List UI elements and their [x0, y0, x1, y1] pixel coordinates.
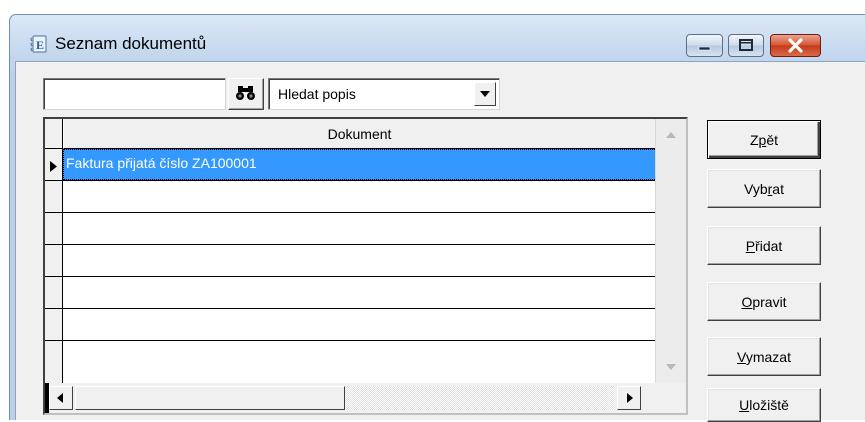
row-pointer-icon [50, 159, 57, 177]
close-button[interactable] [770, 34, 821, 57]
delete-label-key: V [737, 348, 746, 365]
horizontal-scrollbar[interactable] [45, 383, 655, 413]
scroll-down-button[interactable] [656, 353, 686, 383]
row-indicator[interactable] [45, 277, 63, 309]
table-row[interactable]: Faktura přijatá číslo ZA100001 [63, 149, 655, 181]
row-indicator-column [45, 149, 63, 383]
storage-label-key: U [739, 397, 750, 413]
add-label-key: P [745, 237, 756, 254]
title-bar[interactable]: E Seznam dokumentů [10, 15, 865, 59]
search-mode-select[interactable]: Hledat popis [268, 78, 500, 110]
edit-label-post: pravit [752, 293, 787, 310]
scroll-right-button[interactable] [617, 386, 641, 410]
add-label-post: řidat [755, 237, 783, 254]
scroll-thumb[interactable] [75, 386, 345, 410]
row-indicator[interactable] [45, 213, 63, 245]
search-mode-value: Hledat popis [278, 86, 356, 102]
documents-grid[interactable]: Dokument Faktura přijatá číslo ZA100001 [43, 117, 688, 415]
table-row[interactable] [63, 277, 655, 309]
table-row[interactable] [63, 213, 655, 245]
row-indicator[interactable] [45, 149, 63, 181]
cell-dokument: Faktura přijatá číslo ZA100001 [66, 155, 257, 171]
edit-label-key: O [741, 293, 753, 310]
back-label-post: ět [766, 131, 779, 148]
table-row[interactable] [63, 181, 655, 213]
row-indicator[interactable] [45, 181, 63, 213]
maximize-button[interactable] [728, 34, 764, 57]
column-header-dokument[interactable]: Dokument [63, 119, 655, 149]
window: E Seznam dokumentů Hledat popis Dokument… [9, 14, 865, 422]
chevron-up-icon [666, 132, 676, 138]
delete-button[interactable]: Vymazat [707, 337, 821, 376]
select-label-pre: Vyb [744, 180, 768, 197]
back-button[interactable]: Zpět [707, 120, 821, 159]
select-label-post: at [772, 180, 784, 197]
scrollbar-corner [655, 383, 686, 413]
chevron-right-icon [627, 393, 633, 403]
document-e-icon: E [29, 34, 49, 54]
row-indicator[interactable] [45, 341, 63, 373]
scroll-left-button[interactable] [49, 386, 73, 410]
table-row[interactable] [63, 245, 655, 277]
storage-button[interactable]: Uložiště [707, 388, 821, 422]
find-button[interactable] [228, 78, 264, 110]
back-label-pre: Z [749, 131, 759, 148]
table-row[interactable] [63, 309, 655, 341]
grid-corner [45, 119, 63, 149]
vertical-scrollbar[interactable] [655, 119, 686, 383]
search-input[interactable] [43, 78, 226, 110]
chevron-down-icon [666, 364, 676, 370]
window-title: Seznam dokumentů [55, 34, 207, 53]
storage-label-post: ložiště [749, 397, 789, 413]
row-indicator[interactable] [45, 309, 63, 341]
scrollbar-edge [45, 383, 49, 413]
table-row[interactable] [63, 341, 655, 383]
row-indicator[interactable] [45, 245, 63, 277]
edit-button[interactable]: Opravit [707, 282, 821, 321]
delete-label-post: ymazat [745, 348, 791, 365]
minimize-button[interactable] [686, 34, 723, 57]
scroll-up-button[interactable] [656, 119, 686, 149]
chevron-left-icon [57, 393, 63, 403]
select-button[interactable]: Vybrat [707, 169, 821, 208]
svg-text:E: E [36, 38, 44, 52]
client-area: Hledat popis Dokument Faktura přijatá čí… [15, 61, 865, 422]
dropdown-button[interactable] [474, 82, 496, 106]
scroll-track[interactable] [345, 386, 615, 410]
add-button[interactable]: Přidat [707, 226, 821, 265]
